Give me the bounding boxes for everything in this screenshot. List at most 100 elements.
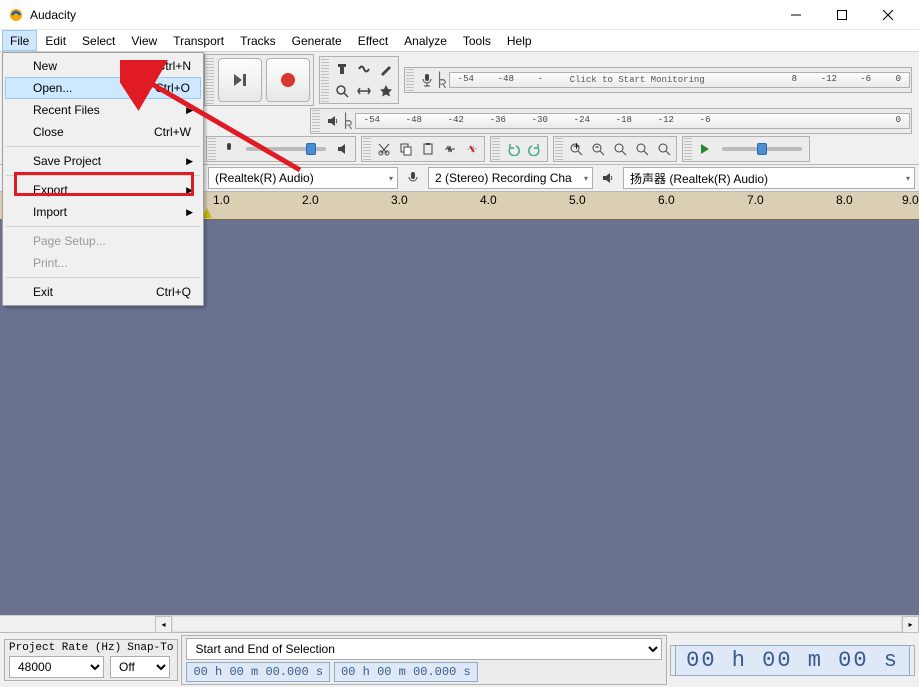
menu-separator: [6, 277, 200, 278]
svg-text:-: -: [595, 142, 599, 153]
minimize-button[interactable]: [773, 0, 819, 30]
menu-separator: [6, 175, 200, 176]
copy-button[interactable]: [395, 138, 417, 160]
paste-button[interactable]: [417, 138, 439, 160]
toolbar-grip[interactable]: [406, 69, 414, 91]
window-title: Audacity: [30, 8, 773, 22]
menu-transport[interactable]: Transport: [165, 30, 232, 51]
app-icon: [8, 7, 24, 23]
menu-bar: File Edit Select View Transport Tracks G…: [0, 30, 919, 52]
speaker-icon: [597, 167, 619, 189]
skip-end-button[interactable]: [218, 58, 262, 102]
menu-tools[interactable]: Tools: [455, 30, 499, 51]
toolbar-grip[interactable]: [312, 110, 320, 132]
menu-analyze[interactable]: Analyze: [396, 30, 455, 51]
menu-effect[interactable]: Effect: [350, 30, 396, 51]
mic-icon[interactable]: [416, 69, 438, 91]
menu-separator: [6, 146, 200, 147]
mic-volume-icon: [218, 138, 240, 160]
audio-position-time[interactable]: 00 h 00 m 00 s: [675, 645, 910, 676]
menu-item-print: Print...: [5, 252, 201, 274]
scroll-left-button[interactable]: ◂: [155, 616, 172, 633]
cut-button[interactable]: [373, 138, 395, 160]
toolbar-grip[interactable]: [206, 56, 214, 104]
title-bar: Audacity: [0, 0, 919, 30]
snap-to-label: Snap-To: [127, 642, 173, 654]
multi-tool[interactable]: [375, 80, 397, 102]
menu-item-save-project[interactable]: Save Project▶: [5, 150, 201, 172]
playback-meter-toolbar: LR -54 -48 -42 -36 -30 -24 -18 -12 -6 0: [310, 108, 912, 134]
undo-button[interactable]: [502, 138, 524, 160]
menu-item-exit[interactable]: ExitCtrl+Q: [5, 281, 201, 303]
selection-mode-combo[interactable]: Start and End of Selection: [186, 638, 662, 660]
envelope-tool[interactable]: [353, 58, 375, 80]
silence-button[interactable]: [461, 138, 483, 160]
redo-button[interactable]: [524, 138, 546, 160]
menu-edit[interactable]: Edit: [37, 30, 74, 51]
selection-end-time[interactable]: 00 h 00 m 00.000 s: [334, 662, 478, 682]
draw-tool[interactable]: [375, 58, 397, 80]
toolbar-grip[interactable]: [208, 138, 216, 160]
play-at-speed-button[interactable]: [694, 138, 716, 160]
menu-separator: [6, 226, 200, 227]
toolbar-grip[interactable]: [363, 138, 371, 160]
selection-toolbar: Project Rate (Hz) Snap-To 48000 Off Star…: [0, 632, 919, 687]
menu-tracks[interactable]: Tracks: [232, 30, 284, 51]
menu-item-open[interactable]: Open...Ctrl+O: [5, 77, 201, 99]
fit-project-button[interactable]: [631, 138, 653, 160]
scroll-track[interactable]: [172, 616, 902, 632]
recording-meter-toolbar: LR -54 -48 - Click to Start Monitoring 8…: [404, 67, 912, 93]
trim-button[interactable]: [439, 138, 461, 160]
zoom-in-button[interactable]: +: [565, 138, 587, 160]
file-menu-dropdown: NewCtrl+N Open...Ctrl+O Recent Files▶ Cl…: [2, 52, 204, 306]
zoom-tool[interactable]: [331, 80, 353, 102]
transport-toolbar: [204, 54, 314, 106]
zoom-out-button[interactable]: -: [587, 138, 609, 160]
zoom-toggle-button[interactable]: [653, 138, 675, 160]
playback-device-combo[interactable]: 扬声器 (Realtek(R) Audio)▾: [623, 167, 915, 189]
project-rate-label: Project Rate (Hz): [9, 642, 121, 654]
playback-meter[interactable]: -54 -48 -42 -36 -30 -24 -18 -12 -6 0: [355, 113, 910, 129]
toolbar-grip[interactable]: [492, 138, 500, 160]
menu-generate[interactable]: Generate: [284, 30, 350, 51]
maximize-button[interactable]: [819, 0, 865, 30]
undo-redo-toolbar: [490, 136, 548, 162]
scroll-right-button[interactable]: ▸: [902, 616, 919, 633]
recording-device-combo[interactable]: 2 (Stereo) Recording Cha▾: [428, 167, 593, 189]
audio-host-combo[interactable]: (Realtek(R) Audio)▾: [208, 167, 398, 189]
zoom-toolbar: + -: [553, 136, 677, 162]
playback-speed-slider[interactable]: [722, 147, 802, 151]
menu-select[interactable]: Select: [74, 30, 123, 51]
mixer-toolbar: [206, 136, 356, 162]
play-at-speed-toolbar: [682, 136, 810, 162]
menu-item-recent-files[interactable]: Recent Files▶: [5, 99, 201, 121]
horizontal-scrollbar[interactable]: ◂ ▸: [0, 615, 919, 632]
snap-to-combo[interactable]: Off: [110, 656, 170, 678]
recording-meter[interactable]: -54 -48 - Click to Start Monitoring 8 -1…: [449, 72, 910, 88]
speaker-volume-icon: [332, 138, 354, 160]
toolbar-grip[interactable]: [555, 138, 563, 160]
meter-click-text: Click to Start Monitoring: [570, 75, 705, 85]
menu-item-import[interactable]: Import▶: [5, 201, 201, 223]
mic-icon: [402, 167, 424, 189]
fit-selection-button[interactable]: [609, 138, 631, 160]
recording-volume-slider[interactable]: [246, 147, 326, 151]
menu-file[interactable]: File: [2, 30, 37, 51]
toolbar-grip[interactable]: [321, 58, 329, 102]
menu-item-new[interactable]: NewCtrl+N: [5, 55, 201, 77]
edit-toolbar: [361, 136, 485, 162]
record-button[interactable]: [266, 58, 310, 102]
menu-help[interactable]: Help: [499, 30, 540, 51]
menu-view[interactable]: View: [123, 30, 165, 51]
menu-item-page-setup: Page Setup...: [5, 230, 201, 252]
tools-toolbar: [319, 56, 399, 104]
selection-start-time[interactable]: 00 h 00 m 00.000 s: [186, 662, 330, 682]
speaker-icon[interactable]: [322, 110, 344, 132]
menu-item-export[interactable]: Export▶: [5, 179, 201, 201]
selection-tool[interactable]: [331, 58, 353, 80]
menu-item-close[interactable]: CloseCtrl+W: [5, 121, 201, 143]
close-button[interactable]: [865, 0, 911, 30]
project-rate-combo[interactable]: 48000: [9, 656, 104, 678]
toolbar-grip[interactable]: [684, 138, 692, 160]
timeshift-tool[interactable]: [353, 80, 375, 102]
